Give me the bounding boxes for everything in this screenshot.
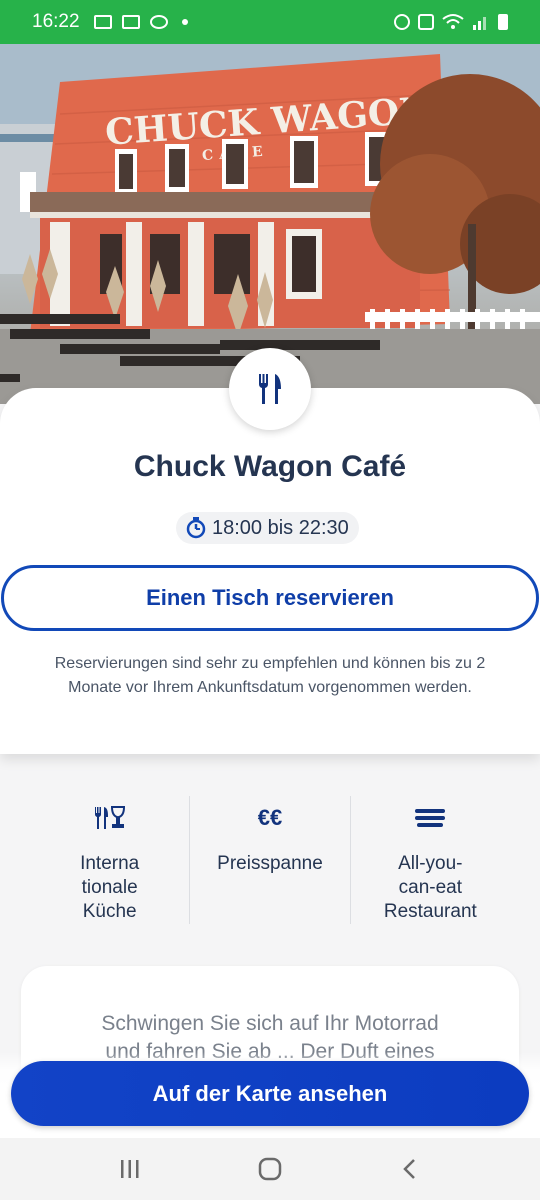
description-line: Schwingen Sie sich auf Ihr Motorrad — [101, 1012, 439, 1035]
system-nav-bar — [0, 1138, 540, 1200]
features-row: Interna tionale Küche €€ Preisspanne All… — [30, 796, 510, 924]
feature-label-line: Preisspanne — [217, 853, 323, 874]
home-icon[interactable] — [240, 1149, 300, 1189]
view-on-map-button[interactable]: Auf der Karte ansehen — [11, 1061, 529, 1126]
feature-label-line: Restaurant — [383, 901, 477, 922]
reservation-note: Reservierungen sind sehr zu empfehlen un… — [54, 655, 486, 696]
feature-cuisine: Interna tionale Küche — [30, 796, 189, 924]
dot-icon — [181, 19, 188, 25]
stopwatch-icon — [186, 517, 206, 539]
wifi-icon — [442, 14, 464, 29]
reserve-table-button[interactable]: Einen Tisch reservieren — [1, 565, 539, 631]
plates-icon — [413, 798, 447, 838]
back-icon[interactable] — [380, 1149, 440, 1189]
cutlery-wine-icon — [93, 798, 127, 838]
battery-icon — [498, 14, 508, 30]
feature-label-line: Küche — [82, 901, 137, 922]
status-bar: 16:22 — [0, 0, 540, 44]
alarm-icon — [394, 14, 410, 30]
feature-buffet: All-you- can-eat Restaurant — [349, 796, 510, 924]
signal-icon — [473, 17, 486, 30]
cutlery-icon — [258, 374, 281, 404]
mute-icon — [418, 14, 434, 30]
recents-icon[interactable] — [100, 1149, 160, 1189]
feature-label-line: tionale — [81, 877, 138, 898]
euro-icon: €€ — [257, 805, 283, 830]
feature-label-line: can-eat — [398, 877, 462, 898]
feature-price: €€ Preisspanne — [189, 796, 349, 924]
restaurant-title: Chuck Wagon Café — [133, 450, 407, 483]
feature-label-line: All-you- — [398, 853, 463, 874]
image-icon — [121, 15, 140, 29]
restaurant-type-badge — [229, 348, 311, 430]
opening-hours: 18:00 bis 22:30 — [176, 512, 359, 544]
hours-text: 18:00 bis 22:30 — [212, 516, 349, 539]
mail-icon — [93, 15, 112, 29]
chat-icon — [149, 15, 168, 29]
clock-time: 16:22 — [32, 11, 80, 32]
feature-label-line: Interna — [80, 853, 140, 874]
